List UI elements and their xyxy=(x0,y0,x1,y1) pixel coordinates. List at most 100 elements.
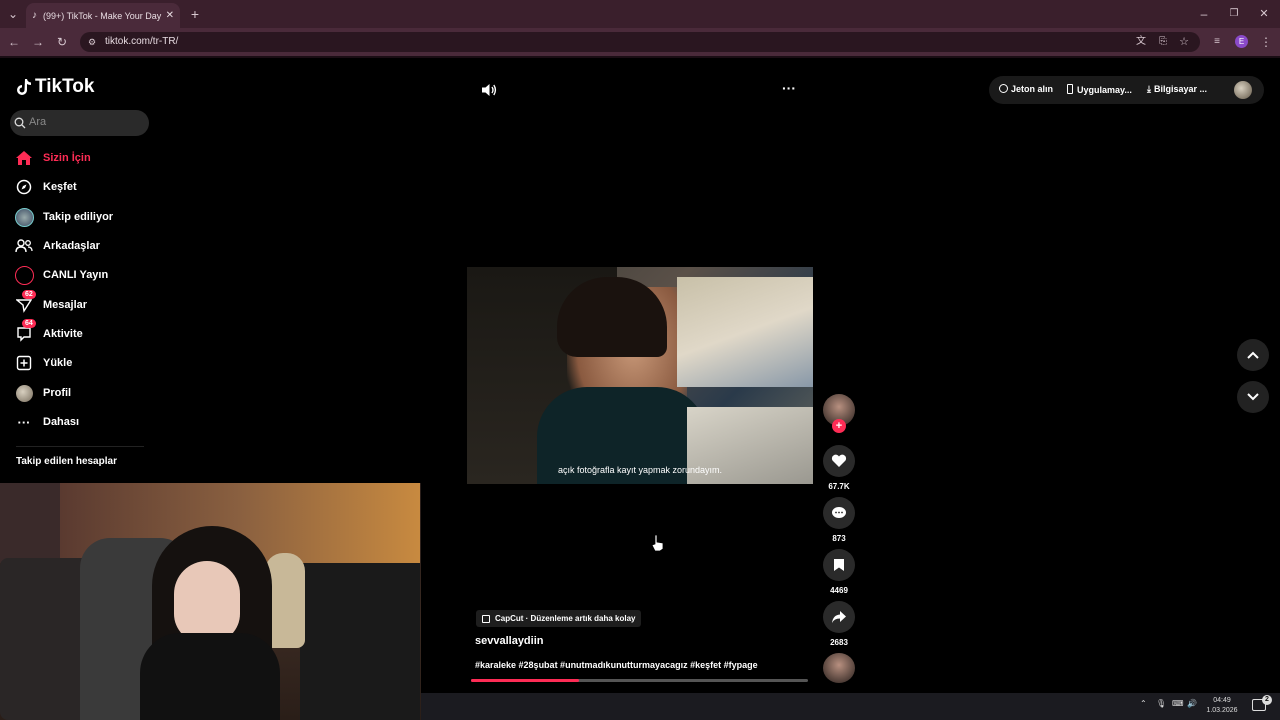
messages-badge: 62 xyxy=(22,290,36,299)
tiktok-note-icon xyxy=(17,79,31,95)
video-progress-fill xyxy=(471,679,579,682)
search-input[interactable]: Ara xyxy=(29,116,46,128)
download-icon: ⤓ xyxy=(1147,84,1151,94)
back-icon[interactable]: ← xyxy=(6,35,22,49)
sidebar-item-profile[interactable]: Profil xyxy=(14,382,154,404)
get-app-button[interactable]: Uygulamay... xyxy=(1067,84,1132,95)
tiktok-logo[interactable]: TikTok xyxy=(16,76,94,98)
cabinet xyxy=(300,563,420,720)
taskbar-date: 1.03.2026 xyxy=(1206,707,1238,714)
sidebar-item-label: CANLI Yayın xyxy=(43,269,109,281)
browser-menu-icon[interactable]: ⋮ xyxy=(1258,35,1274,49)
minimize-icon[interactable]: – xyxy=(1196,7,1212,21)
shares-count: 2683 xyxy=(830,638,848,647)
sidebar-item-label: Yükle xyxy=(43,357,73,369)
activity-badge: 64 xyxy=(22,319,36,328)
sidebar-item-label: Dahası xyxy=(43,416,80,428)
sidebar-item-label: Mesajlar xyxy=(43,299,88,311)
sidebar-item-activity[interactable]: 64 Aktivite xyxy=(14,319,154,345)
video-progress-bar[interactable] xyxy=(471,679,808,682)
saves-count: 4469 xyxy=(830,586,848,595)
media-control-icon[interactable]: ≡ xyxy=(1209,35,1225,49)
chevron-up-icon xyxy=(1247,351,1259,359)
more-options-icon[interactable]: ··· xyxy=(782,80,796,96)
logo-text: TikTok xyxy=(35,76,95,97)
get-coins-button[interactable]: Jeton alın xyxy=(999,84,1053,94)
share-button[interactable] xyxy=(823,601,855,633)
person-body xyxy=(140,633,280,720)
compass-icon xyxy=(14,177,34,197)
comments-count: 873 xyxy=(832,534,846,543)
follow-plus-icon[interactable]: + xyxy=(832,419,846,433)
network-icon[interactable]: ⌨ xyxy=(1172,699,1184,708)
video-hair xyxy=(557,277,667,357)
like-button[interactable] xyxy=(823,445,855,477)
tiktok-favicon-icon: ♪ xyxy=(32,10,37,21)
sidebar-item-upload[interactable]: Yükle xyxy=(14,352,154,374)
capcut-icon xyxy=(482,614,490,623)
save-button[interactable] xyxy=(823,549,855,581)
reload-icon[interactable]: ↻ xyxy=(54,35,70,49)
sidebar-item-label: Keşfet xyxy=(43,181,77,193)
video-papers xyxy=(677,277,813,387)
previous-video-button[interactable] xyxy=(1237,339,1269,371)
microphone-icon[interactable]: 🎙 xyxy=(1156,699,1166,708)
sidebar-item-friends[interactable]: Arkadaşlar xyxy=(14,235,154,257)
browser-tab[interactable]: ♪ (99+) TikTok - Make Your Day ✕ xyxy=(26,3,180,28)
chevron-down-icon xyxy=(1247,393,1259,401)
sidebar-item-for-you[interactable]: Sizin İçin xyxy=(14,147,154,169)
phone-icon xyxy=(1067,84,1073,94)
coin-icon xyxy=(999,84,1008,93)
desktop-app-label: Bilgisayar ... xyxy=(1153,84,1208,94)
next-video-button[interactable] xyxy=(1237,381,1269,413)
get-app-label: Uygulamay... xyxy=(1077,85,1132,95)
get-coins-label: Jeton alın xyxy=(1011,84,1054,94)
tab-list-icon[interactable]: ⌄ xyxy=(5,7,21,21)
window-close-icon[interactable]: ✕ xyxy=(1256,7,1272,21)
more-dots-icon: ··· xyxy=(17,414,31,430)
person-face xyxy=(174,561,240,643)
taskbar-clock[interactable]: 04:49 1.03.2026 xyxy=(1203,696,1241,716)
address-bar[interactable] xyxy=(80,32,1200,52)
forward-icon[interactable]: → xyxy=(30,35,46,49)
music-disc-avatar[interactable] xyxy=(823,653,855,683)
bookmark-star-icon[interactable]: ☆ xyxy=(1176,35,1192,49)
restore-icon[interactable]: ❐ xyxy=(1226,7,1242,21)
live-icon xyxy=(14,265,34,285)
desktop-app-button[interactable]: ⤓ Bilgisayar ... xyxy=(1147,84,1207,95)
following-avatar-icon xyxy=(14,207,34,227)
video-subtitle: açık fotoğrafla kayıt yapmak zorundayım. xyxy=(557,465,723,475)
activity-icon: 64 xyxy=(14,319,36,344)
sidebar-item-label: Profil xyxy=(43,387,72,399)
translate-icon[interactable]: 文 xyxy=(1133,35,1149,49)
sidebar-item-label: Aktivite xyxy=(43,328,83,340)
sidebar-item-label: Arkadaşlar xyxy=(43,240,100,252)
sidebar-item-messages[interactable]: 62 Mesajlar xyxy=(14,290,154,316)
likes-count: 67.7K xyxy=(828,482,850,491)
profile-avatar-icon[interactable]: E xyxy=(1235,35,1248,48)
taskbar-time: 04:49 xyxy=(1213,697,1231,704)
video-hashtags[interactable]: #karaleke #28şubat #unutmadıkunutturmaya… xyxy=(475,660,758,670)
tab-close-icon[interactable]: ✕ xyxy=(166,10,174,21)
volume-icon[interactable] xyxy=(481,82,497,98)
video-player[interactable]: açık fotoğrafla kayıt yapmak zorundayım. xyxy=(467,267,813,484)
user-avatar[interactable] xyxy=(1234,81,1252,99)
video-username[interactable]: sevvallaydiin xyxy=(475,635,544,647)
capcut-tag[interactable]: CapCut · Düzenleme artık daha kolay xyxy=(476,610,642,627)
tray-overflow-icon[interactable]: ⌃ xyxy=(1140,699,1147,708)
sidebar-item-label: Takip ediliyor xyxy=(43,211,114,223)
heart-icon xyxy=(831,454,847,467)
url-text[interactable]: tiktok.com/tr-TR/ xyxy=(105,36,178,47)
sidebar-item-live[interactable]: CANLI Yayın xyxy=(14,264,154,286)
install-app-icon[interactable]: ⎘ xyxy=(1155,35,1171,49)
sidebar-item-explore[interactable]: Keşfet xyxy=(14,176,154,198)
sidebar-item-more[interactable]: ··· Dahası xyxy=(14,411,154,433)
new-tab-icon[interactable]: + xyxy=(187,7,203,21)
sidebar-divider xyxy=(16,446,144,447)
capcut-label: CapCut · Düzenleme artık daha kolay xyxy=(495,614,636,623)
speaker-icon[interactable]: 🔊 xyxy=(1187,699,1197,708)
upload-icon xyxy=(14,353,34,373)
sidebar-item-following[interactable]: Takip ediliyor xyxy=(14,206,154,228)
comment-button[interactable] xyxy=(823,497,855,529)
site-info-icon[interactable]: ⚙ xyxy=(84,35,100,49)
